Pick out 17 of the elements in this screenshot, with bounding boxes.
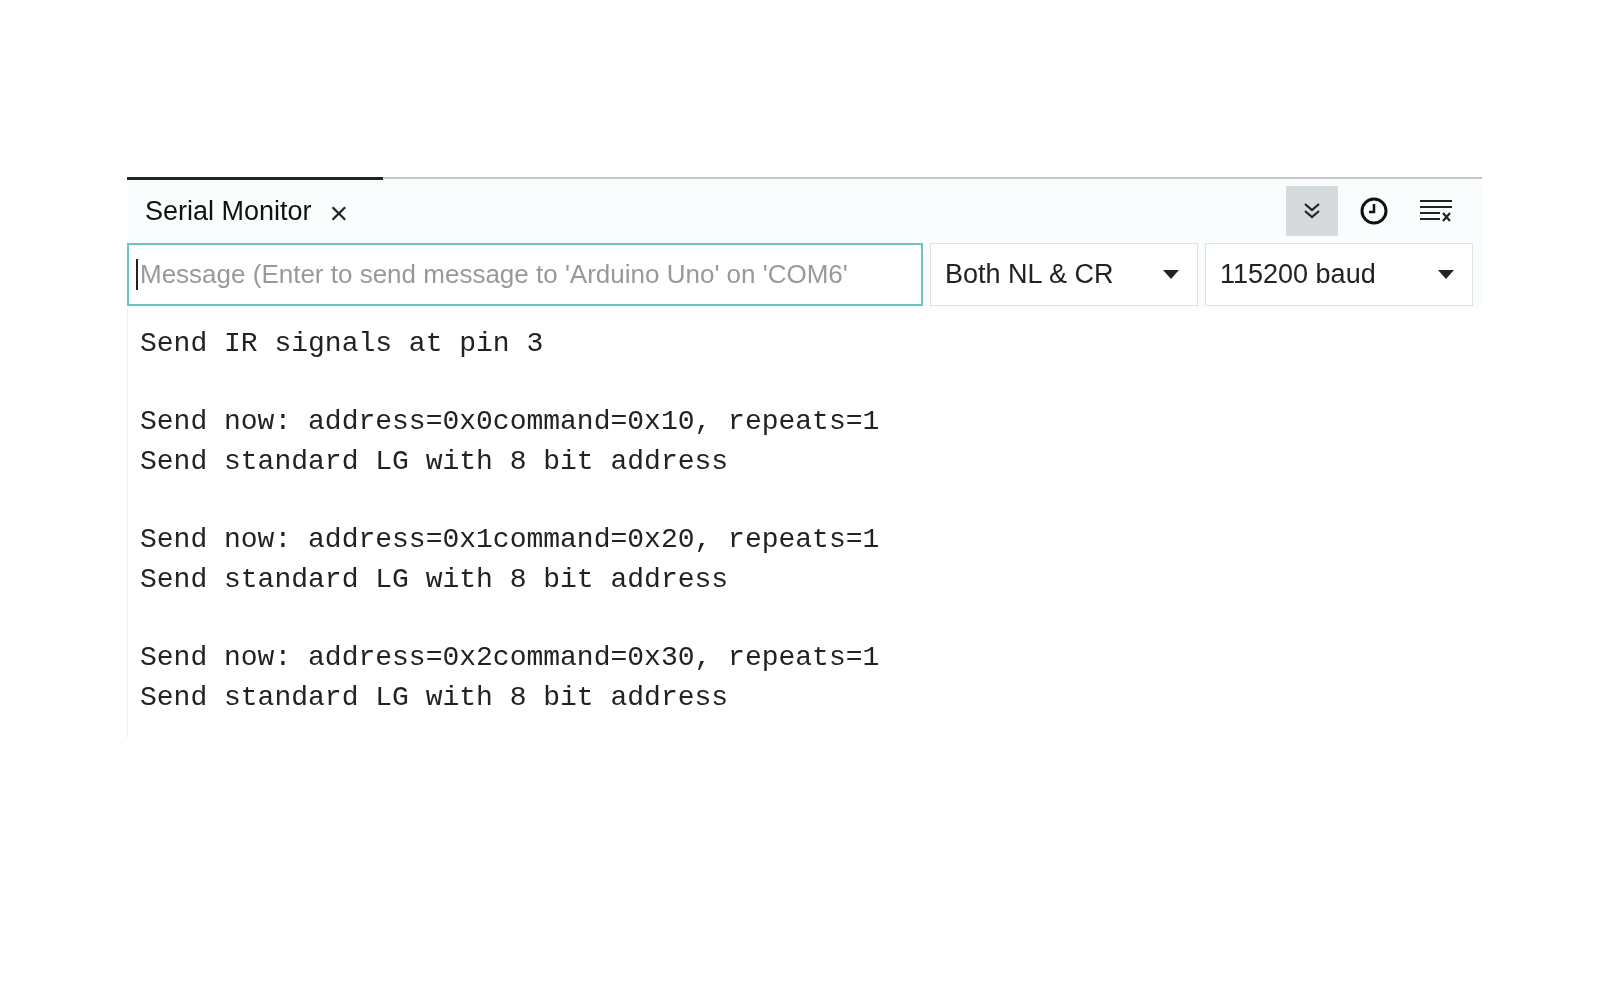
autoscroll-button[interactable] [1286, 186, 1338, 236]
baud-rate-dropdown[interactable]: 115200 baud [1205, 243, 1473, 306]
tab-title[interactable]: Serial Monitor [145, 190, 312, 232]
output-line: Send standard LG with 8 bit address [139, 445, 730, 479]
message-field[interactable]: Message (Enter to send message to 'Arduino Uno' on 'COM6' [127, 243, 923, 306]
output-line: Send standard LG with 8 bit address [139, 681, 730, 715]
clock-icon [1359, 196, 1389, 226]
output-line: Send now: address=0x1command=0x20, repeats=1 [139, 523, 881, 557]
output-line: Send now: address=0x2command=0x30, repeats=1 [139, 641, 881, 675]
close-button[interactable]: × [329, 197, 349, 229]
line-ending-dropdown[interactable]: Both NL & CR [930, 243, 1198, 306]
output-line: Send now: address=0x0command=0x10, repeats=1 [139, 405, 881, 439]
clear-lines-icon [1419, 198, 1453, 224]
caret-icon [1163, 269, 1179, 280]
caret-icon [1438, 269, 1454, 280]
output-line: Send standard LG with 8 bit address [139, 563, 730, 597]
output-line: Send IR signals at pin 3 [139, 327, 545, 361]
